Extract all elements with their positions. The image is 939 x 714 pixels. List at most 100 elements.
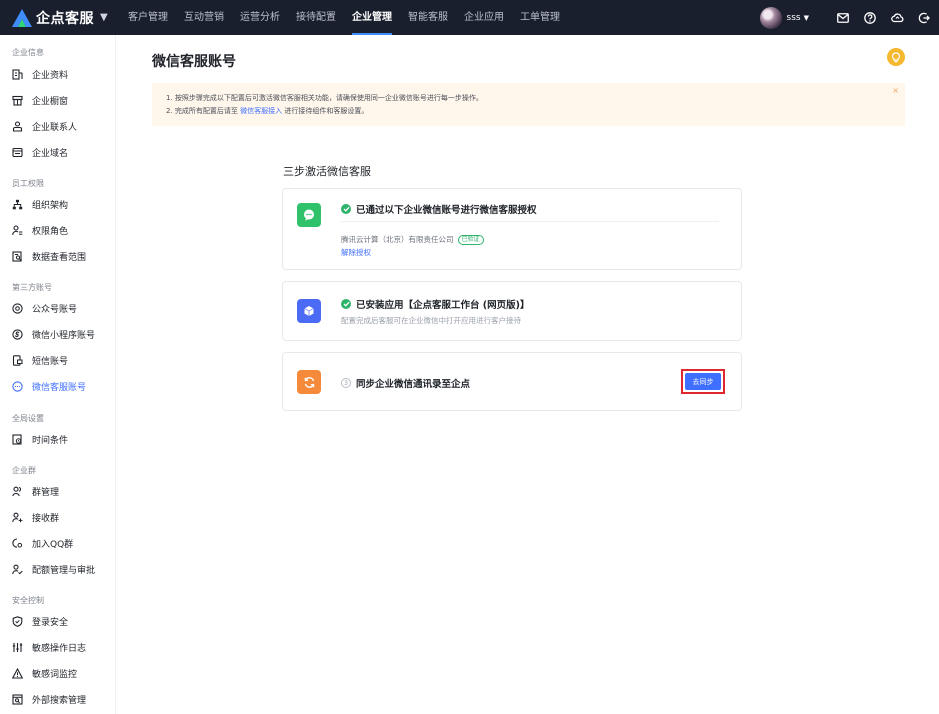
sidebar-item-wechat-service[interactable]: 微信客服账号: [12, 378, 112, 394]
revoke-authorization-link[interactable]: 解除授权: [341, 247, 371, 258]
nav-item-enterprise[interactable]: 企业管理: [344, 0, 400, 35]
step-card-authorize: 已通过以下企业微信账号进行微信客服授权 腾讯云计算（北京）有限责任公司 已验证 …: [282, 188, 742, 270]
sidebar-group-title: 员工权限: [12, 179, 44, 188]
chat-bubble-icon: [12, 380, 23, 392]
logout-icon[interactable]: [917, 11, 931, 25]
check-circle-icon: [341, 204, 351, 214]
sync-button-highlight: 去同步: [681, 369, 725, 394]
sidebar-item-operation-log[interactable]: 敏感操作日志: [12, 639, 112, 655]
divider: [341, 221, 719, 222]
sidebar-item-data-scope[interactable]: 数据查看范围: [12, 248, 112, 264]
nav-item-marketing[interactable]: 互动营销: [176, 0, 232, 35]
sidebar-group-title: 第三方账号: [12, 283, 52, 292]
sidebar-item-label: 敏感词监控: [32, 669, 78, 680]
nav-item-analytics[interactable]: 运营分析: [232, 0, 288, 35]
calendar-clock-icon: [12, 433, 23, 445]
sidebar-item-showcase[interactable]: 企业橱窗: [12, 92, 112, 108]
avatar[interactable]: [759, 6, 782, 29]
sidebar-group-title: 全局设置: [12, 414, 44, 423]
authorized-company: 腾讯云计算（北京）有限责任公司 已验证: [341, 234, 484, 245]
sidebar-group-title: 安全控制: [12, 596, 44, 605]
step1-title: 已通过以下企业微信账号进行微信客服授权: [341, 202, 537, 216]
sidebar-item-label: 时间条件: [32, 435, 69, 446]
sidebar-item-label: 企业资料: [32, 70, 69, 81]
sidebar-item-sms[interactable]: 短信账号: [12, 352, 112, 368]
sidebar-item-label: 配额管理与审批: [32, 565, 96, 576]
nav-item-apps[interactable]: 企业应用: [456, 0, 512, 35]
step2-description: 配置完成后客服可在企业微信中打开应用进行客户接待: [341, 316, 521, 325]
company-name: 腾讯云计算（北京）有限责任公司: [341, 235, 454, 244]
lightbulb-icon[interactable]: [887, 48, 905, 66]
mail-icon[interactable]: [836, 11, 850, 25]
sidebar-item-company-profile[interactable]: 企业资料: [12, 66, 112, 82]
main-nav: 客户管理 互动营销 运营分析 接待配置 企业管理 智能客服 企业应用 工单管理: [120, 0, 568, 35]
org-chart-icon: [12, 199, 23, 210]
sidebar-item-label: 公众号账号: [32, 304, 78, 315]
sync-button[interactable]: 去同步: [685, 373, 721, 390]
sidebar-item-label: 短信账号: [32, 356, 69, 367]
help-icon[interactable]: [863, 11, 877, 25]
sidebar-item-label: 企业橱窗: [32, 96, 69, 107]
sidebar-item-contacts[interactable]: 企业联系人: [12, 118, 112, 134]
qq-group-icon: [12, 537, 23, 549]
brand-logo[interactable]: 企点客服 ▼: [12, 0, 112, 35]
shield-icon: [12, 615, 23, 627]
sidebar-item-sensitive-words[interactable]: 敏感词监控: [12, 665, 112, 681]
warning-triangle-icon: [12, 667, 23, 679]
chevron-down-icon[interactable]: ▼: [100, 12, 108, 23]
browser-window-icon: [12, 147, 23, 158]
nav-item-smart-service[interactable]: 智能客服: [400, 0, 456, 35]
sidebar-item-receive-group[interactable]: 接收群: [12, 509, 112, 525]
sidebar-item-external-search[interactable]: 外部搜索管理: [12, 691, 112, 707]
sidebar-item-time-condition[interactable]: 时间条件: [12, 431, 112, 447]
sidebar-item-label: 微信小程序账号: [32, 330, 96, 341]
brand-logo-icon: [12, 8, 32, 27]
step3-title: 3 同步企业微信通讯录至企点: [341, 376, 470, 390]
sidebar-item-label: 微信客服账号: [32, 382, 87, 393]
sidebar-item-login-security[interactable]: 登录安全: [12, 613, 112, 629]
sidebar-item-roles[interactable]: 权限角色: [12, 222, 112, 238]
sidebar-item-org-structure[interactable]: 组织架构: [12, 196, 112, 212]
step2-title-text: 已安装应用【企点客服工作台 (网页版)】: [356, 300, 530, 311]
data-view-icon: [12, 250, 23, 262]
group-users-icon: [12, 486, 23, 497]
mini-program-icon: [12, 328, 23, 340]
chevron-down-icon[interactable]: ▼: [804, 14, 809, 22]
sidebar-item-label: 外部搜索管理: [32, 695, 87, 706]
notice-line-1: 1. 按照步骤完成以下配置后可激活微信客服相关功能，请确保使用同一企业微信账号进…: [166, 94, 483, 102]
sidebar-item-join-qq[interactable]: 加入QQ群: [12, 535, 112, 551]
user-name[interactable]: sss: [787, 13, 801, 23]
sidebar-item-label: 敏感操作日志: [32, 643, 87, 654]
page-title: 微信客服账号: [152, 54, 236, 70]
sidebar-item-domain[interactable]: 企业域名: [12, 144, 112, 160]
sliders-icon: [12, 642, 23, 653]
sidebar-item-label: 接收群: [32, 513, 60, 524]
brand-name: 企点客服: [36, 10, 94, 27]
wechat-service-access-link[interactable]: 微信客服接入: [240, 107, 282, 115]
steps-title: 三步激活微信客服: [283, 165, 371, 178]
document-icon: [12, 68, 23, 80]
sidebar-item-label: 组织架构: [32, 200, 69, 211]
sidebar-item-official-account[interactable]: 公众号账号: [12, 300, 112, 316]
cloud-icon[interactable]: [890, 11, 904, 25]
phone-icon: [12, 354, 23, 366]
top-navbar: 企点客服 ▼ 客户管理 互动营销 运营分析 接待配置 企业管理 智能客服 企业应…: [0, 0, 939, 35]
step1-title-text: 已通过以下企业微信账号进行微信客服授权: [356, 205, 537, 216]
sidebar-item-label: 权限角色: [32, 226, 69, 237]
step-card-install-app: 已安装应用【企点客服工作台 (网页版)】 配置完成后客服可在企业微信中打开应用进…: [282, 281, 742, 341]
nav-item-reception[interactable]: 接待配置: [288, 0, 344, 35]
nav-item-customer[interactable]: 客户管理: [120, 0, 176, 35]
close-icon[interactable]: ×: [892, 86, 899, 95]
sidebar-item-quota[interactable]: 配额管理与审批: [12, 561, 112, 577]
nav-item-tickets[interactable]: 工单管理: [512, 0, 568, 35]
app-cube-icon: [297, 299, 321, 323]
sidebar-item-mini-program[interactable]: 微信小程序账号: [12, 326, 112, 342]
sidebar-item-label: 数据查看范围: [32, 252, 87, 263]
user-approve-icon: [12, 564, 23, 575]
contact-person-icon: [12, 120, 23, 132]
verified-badge: 已验证: [457, 234, 484, 245]
sidebar-group-title: 企业信息: [12, 48, 44, 57]
sidebar-item-label: 登录安全: [32, 617, 69, 628]
sidebar-item-group-manage[interactable]: 群管理: [12, 483, 112, 499]
sidebar-item-label: 加入QQ群: [32, 539, 74, 550]
